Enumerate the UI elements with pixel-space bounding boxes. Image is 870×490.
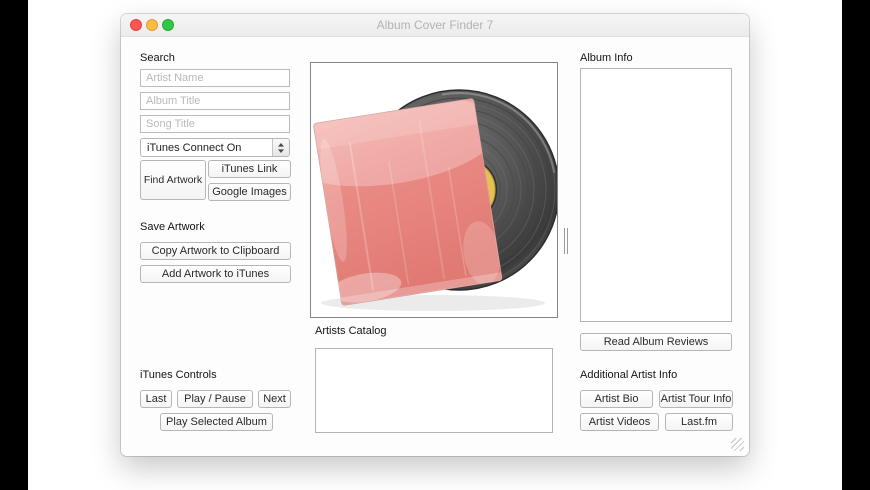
- popup-stepper-icon: [272, 139, 289, 156]
- itunes-link-button[interactable]: iTunes Link: [208, 160, 291, 178]
- artist-name-input[interactable]: [140, 69, 290, 87]
- lastfm-button[interactable]: Last.fm: [665, 413, 733, 431]
- play-selected-album-button[interactable]: Play Selected Album: [160, 413, 273, 431]
- minimize-button[interactable]: [146, 19, 158, 31]
- window-title: Album Cover Finder 7: [376, 18, 494, 32]
- find-artwork-button[interactable]: Find Artwork: [140, 160, 206, 200]
- letterbox-left: [0, 0, 28, 490]
- artists-catalog-list[interactable]: [315, 348, 553, 433]
- artist-videos-button[interactable]: Artist Videos: [580, 413, 659, 431]
- next-button[interactable]: Next: [258, 390, 291, 408]
- album-artwork-image: [313, 89, 560, 311]
- last-button[interactable]: Last: [140, 390, 172, 408]
- search-section-label: Search: [140, 52, 175, 64]
- resize-grip[interactable]: [731, 438, 744, 451]
- app-window: Album Cover Finder 7 Search iTunes Conne…: [121, 14, 749, 456]
- split-divider-handle[interactable]: [564, 228, 568, 254]
- save-artwork-section-label: Save Artwork: [140, 221, 205, 233]
- album-info-textarea[interactable]: [580, 68, 732, 322]
- itunes-connect-select[interactable]: iTunes Connect On: [140, 138, 290, 157]
- zoom-button[interactable]: [162, 19, 174, 31]
- google-images-button[interactable]: Google Images: [208, 183, 291, 201]
- artwork-preview-box: [310, 62, 560, 318]
- read-album-reviews-button[interactable]: Read Album Reviews: [580, 333, 732, 351]
- add-artwork-button[interactable]: Add Artwork to iTunes: [140, 265, 291, 283]
- itunes-connect-select-value: iTunes Connect On: [147, 141, 242, 154]
- additional-artist-info-section-label: Additional Artist Info: [580, 369, 678, 381]
- titlebar[interactable]: Album Cover Finder 7: [121, 14, 749, 37]
- album-title-input[interactable]: [140, 92, 290, 110]
- play-pause-button[interactable]: Play / Pause: [177, 390, 253, 408]
- close-button[interactable]: [130, 19, 142, 31]
- song-title-input[interactable]: [140, 115, 290, 133]
- letterbox-right: [842, 0, 870, 490]
- artist-tour-info-button[interactable]: Artist Tour Info: [659, 390, 733, 408]
- artist-bio-button[interactable]: Artist Bio: [580, 390, 653, 408]
- artists-catalog-label: Artists Catalog: [315, 325, 387, 337]
- copy-artwork-button[interactable]: Copy Artwork to Clipboard: [140, 242, 291, 260]
- album-info-section-label: Album Info: [580, 52, 633, 64]
- itunes-controls-section-label: iTunes Controls: [140, 369, 217, 381]
